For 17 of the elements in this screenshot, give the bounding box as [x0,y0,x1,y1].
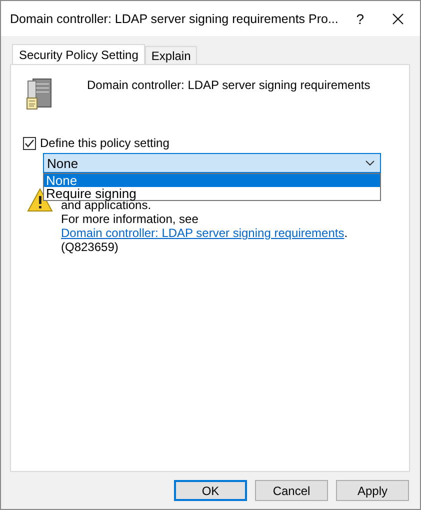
policy-link[interactable]: Domain controller: LDAP server signing requirements [61,226,344,240]
dropdown-option[interactable]: Require signing [44,187,380,200]
help-button[interactable]: ? [356,10,364,26]
more-info-text: For more information, see Domain controller: LDAP server signing requirements. (Q823659) [61,212,349,254]
dialog-button[interactable]: Cancel [255,480,328,501]
tab[interactable]: Security Policy Setting [12,44,146,64]
checkbox[interactable] [23,136,36,150]
policy-name: Domain controller: LDAP server signing requirements [87,78,370,92]
dialog-button[interactable]: Apply [336,480,409,501]
chevron-down-icon [365,160,375,166]
dropdown[interactable]: None [43,153,381,173]
window-title: Domain controller: LDAP server signing requirements Pro... [10,12,340,26]
tab[interactable]: Explain [145,46,197,64]
dialog-button[interactable]: OK [174,480,247,501]
checkbox-label: Define this policy setting [40,136,170,150]
dropdown-option[interactable]: None [44,174,380,187]
close-icon[interactable] [392,12,404,24]
